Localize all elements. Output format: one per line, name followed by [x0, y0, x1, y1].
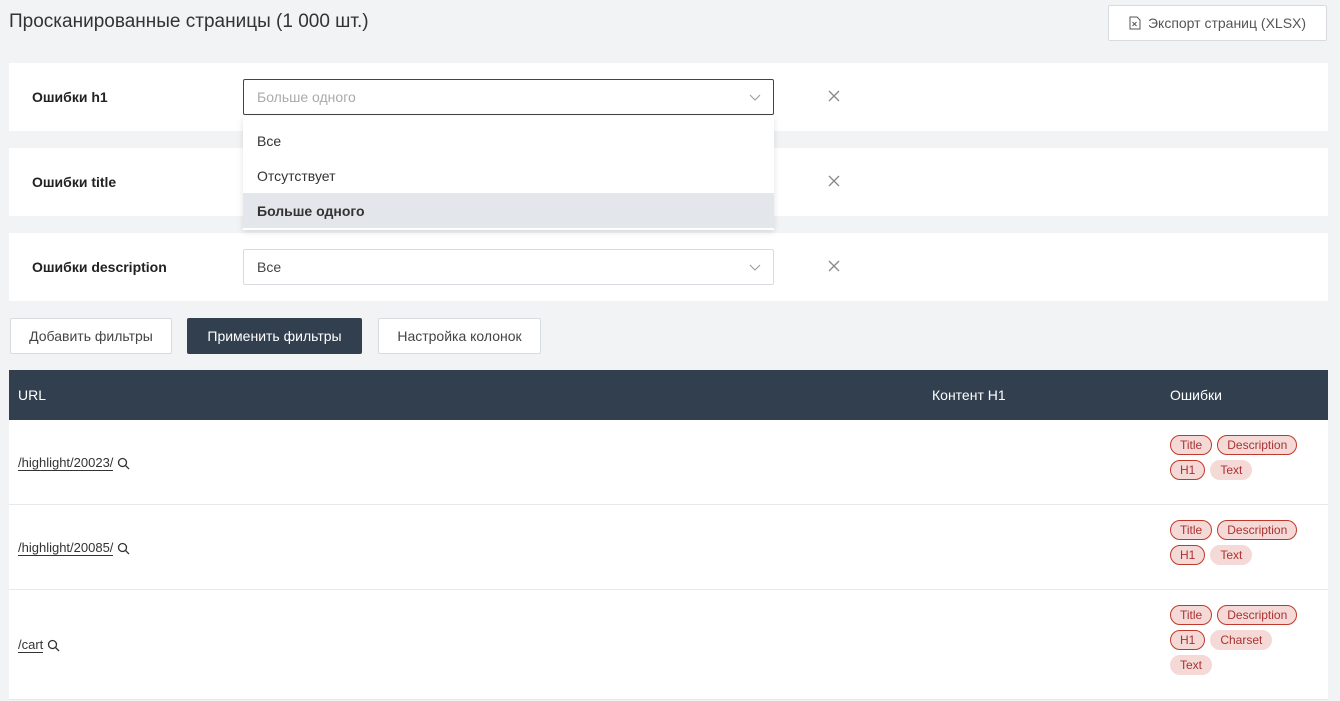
url-cell[interactable]: /highlight/20085/ [18, 541, 130, 556]
error-tag: H1 [1170, 545, 1206, 565]
filter-label-title: Ошибки title [32, 174, 117, 190]
column-h1-content[interactable]: Контент H1 [932, 370, 1006, 420]
dropdown-option-more-than-one[interactable]: Больше одного [243, 193, 774, 228]
error-tag: Description [1217, 435, 1298, 455]
pages-table: URL Контент H1 Ошибки /highlight/20023/ … [9, 370, 1328, 700]
url-link[interactable]: /highlight/20085/ [18, 541, 114, 556]
close-icon[interactable] [827, 89, 841, 103]
chevron-down-icon [749, 264, 761, 271]
table-row: /cart Title Description H1 Charset Text [9, 590, 1328, 700]
column-url[interactable]: URL [18, 370, 46, 420]
dropdown-option-all[interactable]: Все [243, 123, 774, 158]
filter-label-h1: Ошибки h1 [32, 89, 108, 105]
filter-row-description: Ошибки description Все [9, 233, 1328, 301]
column-errors[interactable]: Ошибки [1170, 370, 1222, 420]
add-filters-button[interactable]: Добавить фильтры [10, 318, 172, 354]
close-icon[interactable] [827, 259, 841, 273]
table-row: /highlight/20023/ Title Description H1 T… [9, 420, 1328, 505]
error-tag: Description [1217, 605, 1298, 625]
filter-label-description: Ошибки description [32, 259, 167, 275]
error-tags: Title Description H1 Text [1170, 435, 1310, 480]
dropdown-option-missing[interactable]: Отсутствует [243, 158, 774, 193]
error-tag: Description [1217, 520, 1298, 540]
h1-errors-dropdown: Все Отсутствует Больше одного [243, 116, 774, 230]
error-tag: Title [1170, 520, 1213, 540]
error-tags: Title Description H1 Text [1170, 520, 1310, 565]
error-tag: Text [1210, 460, 1253, 480]
h1-errors-select[interactable]: Больше одного [243, 79, 774, 115]
description-errors-select[interactable]: Все [243, 249, 774, 285]
url-link[interactable]: /highlight/20023/ [18, 456, 114, 471]
page-title: Просканированные страницы (1 000 шт.) [9, 11, 369, 32]
url-cell[interactable]: /cart [18, 638, 60, 653]
search-icon[interactable] [47, 639, 60, 652]
error-tag: Text [1170, 655, 1213, 675]
error-tag: Charset [1210, 630, 1273, 650]
error-tag: H1 [1170, 630, 1206, 650]
url-link[interactable]: /cart [18, 638, 44, 653]
error-tag: Text [1210, 545, 1253, 565]
chevron-down-icon [749, 94, 761, 101]
export-xlsx-button[interactable]: Экспорт страниц (XLSX) [1108, 5, 1327, 41]
url-cell[interactable]: /highlight/20023/ [18, 456, 130, 471]
table-row: /highlight/20085/ Title Description H1 T… [9, 505, 1328, 590]
table-header: URL Контент H1 Ошибки [9, 370, 1328, 420]
select-value: Больше одного [257, 89, 356, 105]
error-tags: Title Description H1 Charset Text [1170, 605, 1310, 675]
file-excel-icon [1129, 16, 1141, 30]
export-label: Экспорт страниц (XLSX) [1147, 15, 1307, 31]
search-icon[interactable] [117, 457, 130, 470]
close-icon[interactable] [827, 174, 841, 188]
error-tag: Title [1170, 435, 1213, 455]
apply-filters-button[interactable]: Применить фильтры [187, 318, 362, 354]
select-value: Все [257, 259, 282, 275]
column-settings-button[interactable]: Настройка колонок [378, 318, 541, 354]
error-tag: Title [1170, 605, 1213, 625]
search-icon[interactable] [117, 542, 130, 555]
error-tag: H1 [1170, 460, 1206, 480]
